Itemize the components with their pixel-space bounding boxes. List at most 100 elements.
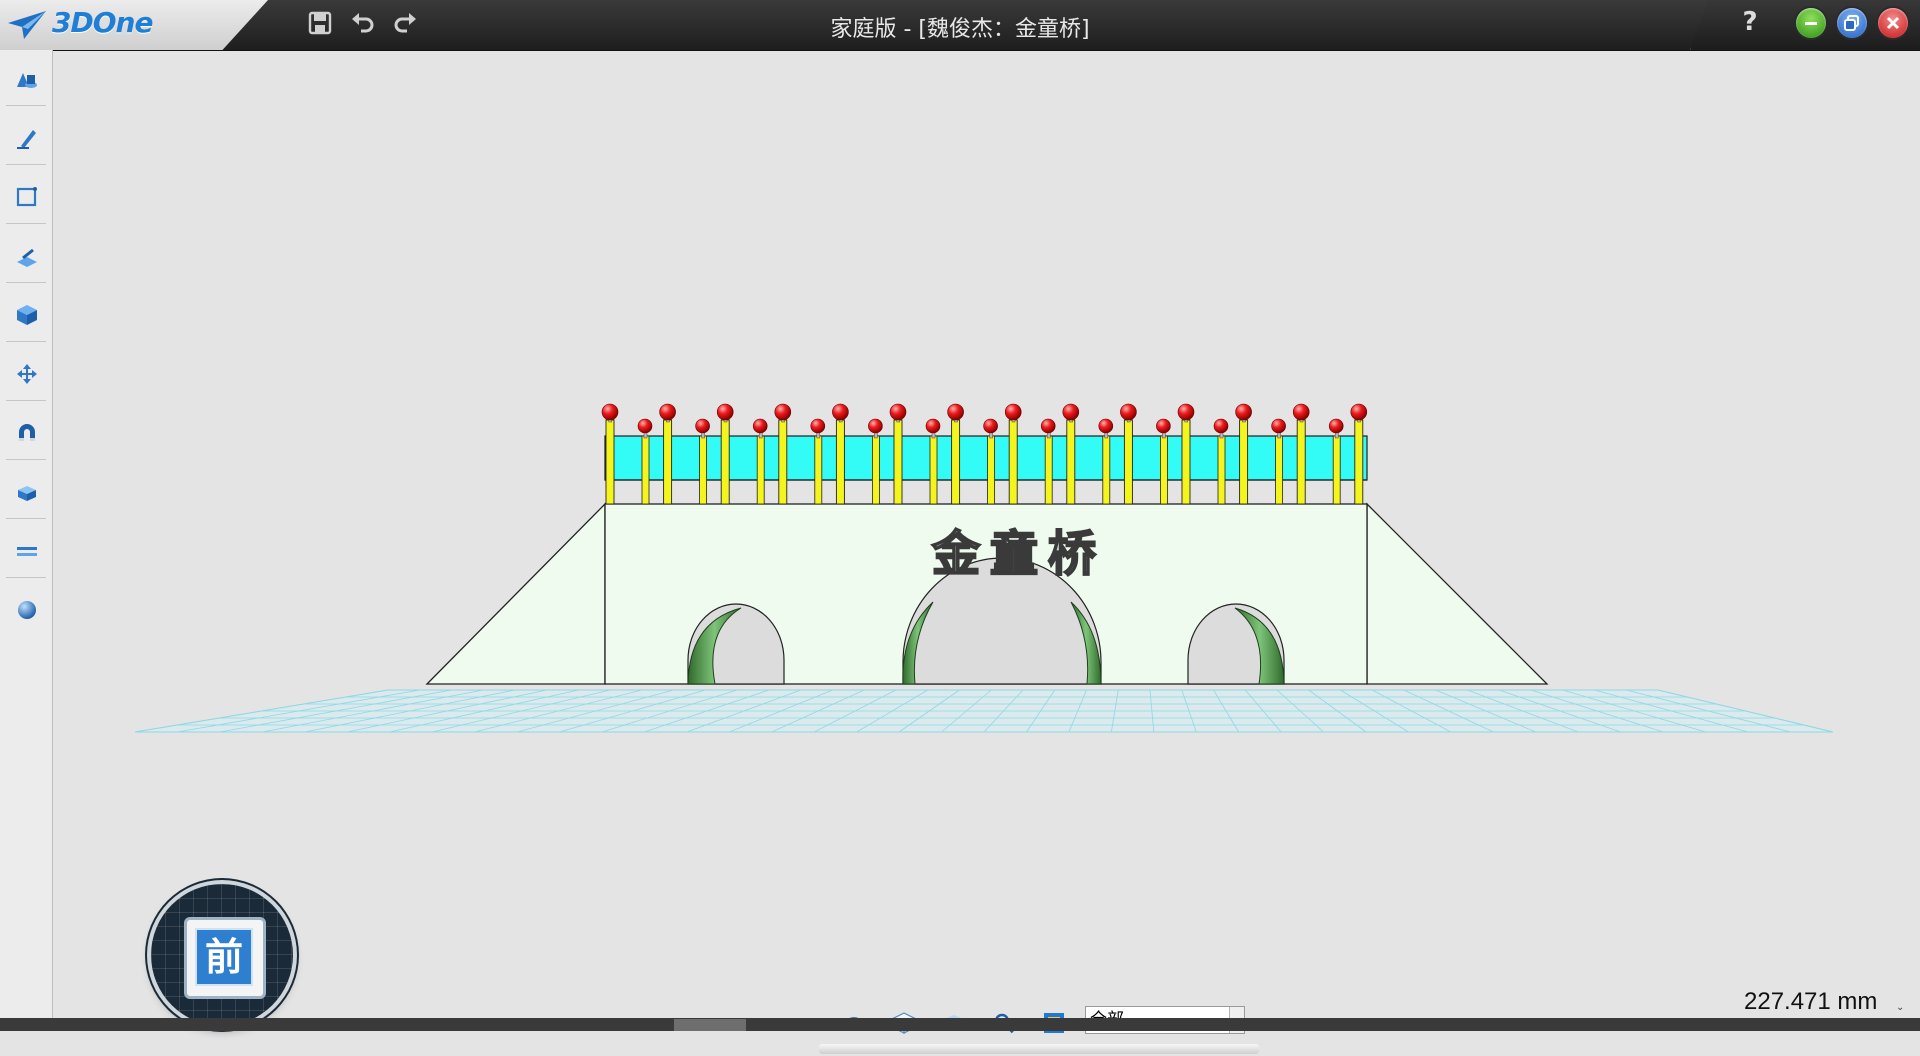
railing-finial-ball bbox=[601, 403, 619, 421]
magnet-icon bbox=[19, 424, 35, 441]
railing-finial-ball bbox=[889, 403, 907, 421]
railing-tall-post bbox=[1123, 419, 1133, 505]
railing-finial-ball bbox=[1040, 418, 1056, 434]
railing-finial-ball bbox=[716, 403, 734, 421]
railing-finial-ball bbox=[1292, 403, 1310, 421]
undo-button[interactable] bbox=[348, 8, 378, 38]
railing-short-post bbox=[1217, 435, 1226, 505]
bridge-left-ramp bbox=[425, 502, 606, 685]
sketch-edit-button[interactable] bbox=[6, 173, 46, 224]
railing-finial-ball bbox=[810, 418, 826, 434]
cube-icon bbox=[17, 305, 37, 325]
railing-finial-ball bbox=[925, 418, 941, 434]
railing-tall-post bbox=[1296, 419, 1306, 505]
railing-tall-post bbox=[1066, 419, 1076, 505]
pencil-sketch-icon bbox=[17, 130, 36, 149]
basic-edit-button[interactable] bbox=[6, 350, 46, 401]
ruler-icon bbox=[17, 547, 37, 556]
stacked-box-icon bbox=[18, 486, 36, 501]
minimize-button[interactable] bbox=[1796, 8, 1826, 38]
railing-finial-ball bbox=[1004, 403, 1022, 421]
railing-tall-post bbox=[893, 419, 903, 505]
sphere-icon bbox=[18, 601, 36, 619]
basic-solid-button[interactable] bbox=[6, 55, 46, 106]
model-scene[interactable]: 金童桥 bbox=[53, 50, 1920, 1018]
distance-measure-button[interactable] bbox=[6, 527, 46, 578]
readout-dropdown-icon[interactable]: ⌄ bbox=[1896, 1002, 1904, 1013]
railing-finial-ball bbox=[1177, 403, 1195, 421]
extrude-icon bbox=[17, 248, 37, 267]
left-toolbar bbox=[0, 50, 53, 1018]
railing-finial-ball bbox=[1120, 403, 1137, 421]
redo-icon bbox=[394, 13, 416, 33]
railing-finial-ball bbox=[1213, 418, 1229, 434]
restore-icon bbox=[1844, 15, 1859, 31]
railing-tall-post bbox=[835, 419, 845, 505]
railing-finial-ball bbox=[1156, 418, 1171, 434]
railing-tall-post bbox=[951, 419, 961, 505]
railing-tall-post bbox=[1239, 419, 1249, 505]
railing-finial-ball bbox=[868, 418, 883, 434]
railing-short-post bbox=[699, 435, 707, 505]
save-icon bbox=[308, 11, 332, 35]
material-render-button[interactable] bbox=[6, 586, 46, 636]
rectangle-sketch-icon bbox=[16, 187, 37, 207]
auto-snap-button[interactable] bbox=[6, 468, 46, 519]
railing-tall-post bbox=[1354, 419, 1364, 505]
railing-finial-ball bbox=[752, 418, 768, 434]
railing-finial-ball bbox=[695, 418, 710, 434]
close-icon bbox=[1886, 16, 1900, 30]
bridge-railing bbox=[601, 403, 1368, 505]
railing-deck-panel bbox=[604, 435, 1368, 481]
railing-finial-ball bbox=[1328, 418, 1344, 434]
railing-tall-post bbox=[663, 419, 673, 505]
combine-button[interactable] bbox=[6, 409, 46, 460]
close-button[interactable] bbox=[1878, 8, 1908, 38]
railing-short-post bbox=[1044, 435, 1053, 505]
undo-icon bbox=[352, 13, 374, 33]
sketch-button[interactable] bbox=[6, 114, 46, 165]
special-feature-button[interactable] bbox=[6, 291, 46, 342]
railing-short-post bbox=[814, 435, 823, 505]
railing-short-post bbox=[1275, 435, 1283, 505]
railing-finial-ball bbox=[832, 403, 849, 421]
app-logo-text: 3DOne bbox=[52, 6, 153, 39]
title-bar: 3DOne 家庭版 - [魏俊杰：金童桥] ? bbox=[0, 0, 1920, 51]
railing-finial-ball bbox=[774, 403, 792, 421]
3d-viewport[interactable]: 金童桥 前 bbox=[53, 50, 1920, 1054]
railing-tall-post bbox=[778, 419, 788, 505]
view-cube-face[interactable]: 前 bbox=[184, 917, 266, 999]
railing-finial-ball bbox=[1271, 418, 1286, 434]
railing-finial-ball bbox=[1235, 403, 1252, 421]
railing-finial-ball bbox=[1098, 418, 1114, 434]
feature-button[interactable] bbox=[6, 232, 46, 283]
railing-tall-post bbox=[1008, 419, 1018, 505]
solid-shapes-icon bbox=[17, 73, 37, 88]
railing-short-post bbox=[756, 435, 765, 505]
railing-short-post bbox=[929, 435, 938, 505]
horizontal-scrollbar-thumb[interactable] bbox=[674, 1019, 746, 1031]
minimize-icon bbox=[1805, 22, 1817, 25]
bridge-name-text: 金童桥 bbox=[931, 526, 1106, 582]
save-button[interactable] bbox=[305, 8, 335, 38]
railing-short-post bbox=[987, 435, 995, 505]
redo-button[interactable] bbox=[390, 8, 420, 38]
bridge-right-ramp bbox=[1366, 502, 1549, 685]
help-button[interactable]: ? bbox=[1735, 7, 1765, 41]
railing-finial-ball bbox=[1350, 403, 1368, 421]
front-view-label: 前 bbox=[195, 928, 253, 986]
railing-finial-ball bbox=[983, 418, 998, 434]
window-title: 家庭版 - [魏俊杰：金童桥] bbox=[830, 17, 1090, 42]
railing-short-post bbox=[1102, 435, 1111, 505]
status-bar bbox=[0, 1018, 1920, 1031]
paper-plane-icon bbox=[8, 11, 46, 39]
ground-grid bbox=[134, 689, 1834, 733]
railing-finial-ball bbox=[947, 403, 964, 421]
railing-tall-post bbox=[720, 419, 730, 505]
view-cube[interactable]: 前 bbox=[151, 884, 293, 1026]
restore-button[interactable] bbox=[1837, 8, 1867, 38]
railing-short-post bbox=[641, 435, 650, 505]
app-logo-area: 3DOne bbox=[0, 0, 268, 50]
bridge-model[interactable]: 金童桥 bbox=[425, 403, 1549, 685]
railing-finial-ball bbox=[1062, 403, 1080, 421]
